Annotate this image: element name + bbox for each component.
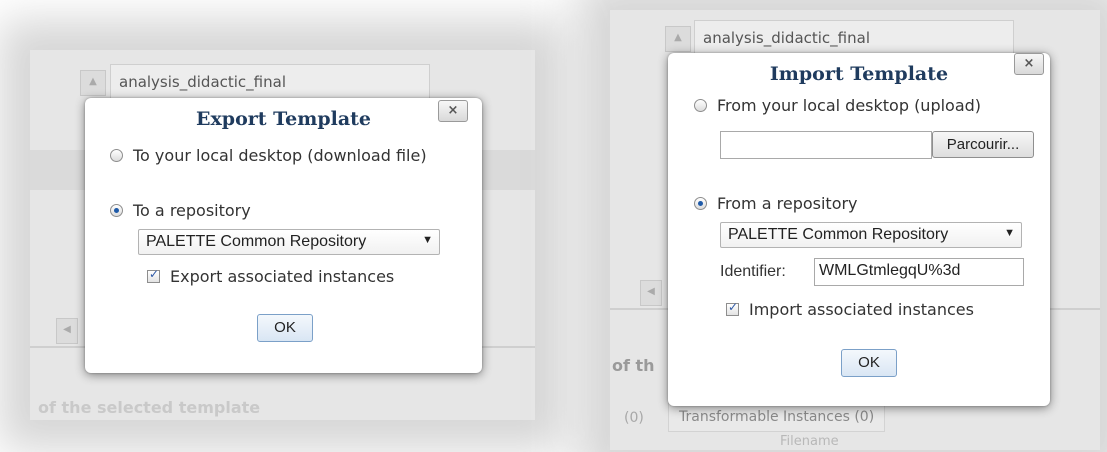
option-repository-label: From a repository bbox=[717, 194, 858, 213]
repository-select[interactable]: PALETTE Common Repository ▼ bbox=[138, 229, 440, 255]
scroll-up-icon: ▲ bbox=[665, 26, 691, 52]
radio-repository[interactable] bbox=[110, 204, 123, 217]
transformable-instances-tab: Transformable Instances (0) bbox=[668, 402, 886, 432]
chevron-down-icon: ▼ bbox=[1004, 227, 1015, 239]
repository-select[interactable]: PALETTE Common Repository ▼ bbox=[720, 222, 1022, 248]
browse-button[interactable]: Parcourir... bbox=[932, 131, 1034, 158]
scroll-left-icon: ◀ bbox=[56, 318, 78, 344]
chevron-down-icon: ▼ bbox=[422, 234, 433, 246]
scroll-left-icon: ◀ bbox=[640, 280, 662, 306]
scroll-up-icon: ▲ bbox=[80, 70, 106, 96]
import-template-dialog: Import Template × From your local deskto… bbox=[668, 53, 1050, 406]
identifier-input[interactable]: WMLGtmlegqU%3d bbox=[814, 258, 1024, 286]
import-instances-checkbox[interactable] bbox=[726, 300, 739, 316]
option-local-desktop[interactable]: To your local desktop (download file) bbox=[110, 146, 427, 165]
background-section-title: of th bbox=[612, 356, 655, 375]
radio-local-desktop[interactable] bbox=[110, 149, 123, 162]
close-icon[interactable]: × bbox=[438, 100, 468, 122]
close-icon[interactable]: × bbox=[1014, 53, 1044, 75]
export-template-dialog: Export Template × To your local desktop … bbox=[85, 98, 482, 373]
option-repository[interactable]: To a repository bbox=[110, 201, 251, 220]
repository-select-value: PALETTE Common Repository bbox=[146, 233, 367, 250]
background-counter: (0) bbox=[624, 410, 644, 426]
option-repository[interactable]: From a repository bbox=[694, 194, 858, 213]
export-instances-checkbox[interactable] bbox=[147, 267, 160, 283]
background-section-title: of the selected template bbox=[38, 398, 261, 417]
import-instances-option[interactable]: Import associated instances bbox=[726, 300, 974, 319]
dialog-title: Import Template bbox=[769, 63, 949, 85]
option-local-label: To your local desktop (download file) bbox=[133, 146, 427, 165]
radio-local-desktop[interactable] bbox=[694, 99, 707, 112]
dialog-title: Export Template bbox=[196, 108, 371, 130]
identifier-label: Identifier: bbox=[720, 263, 786, 280]
option-local-desktop[interactable]: From your local desktop (upload) bbox=[694, 96, 981, 115]
option-local-label: From your local desktop (upload) bbox=[717, 96, 982, 115]
filename-column-header: Filename bbox=[780, 434, 839, 449]
export-instances-label: Export associated instances bbox=[170, 267, 395, 286]
repository-select-value: PALETTE Common Repository bbox=[728, 226, 949, 243]
file-path-input[interactable] bbox=[720, 131, 932, 159]
option-repository-label: To a repository bbox=[133, 201, 251, 220]
export-instances-option[interactable]: Export associated instances bbox=[147, 267, 394, 286]
import-instances-label: Import associated instances bbox=[749, 300, 974, 319]
ok-button[interactable]: OK bbox=[841, 349, 897, 377]
ok-button[interactable]: OK bbox=[257, 314, 313, 342]
radio-repository[interactable] bbox=[694, 197, 707, 210]
